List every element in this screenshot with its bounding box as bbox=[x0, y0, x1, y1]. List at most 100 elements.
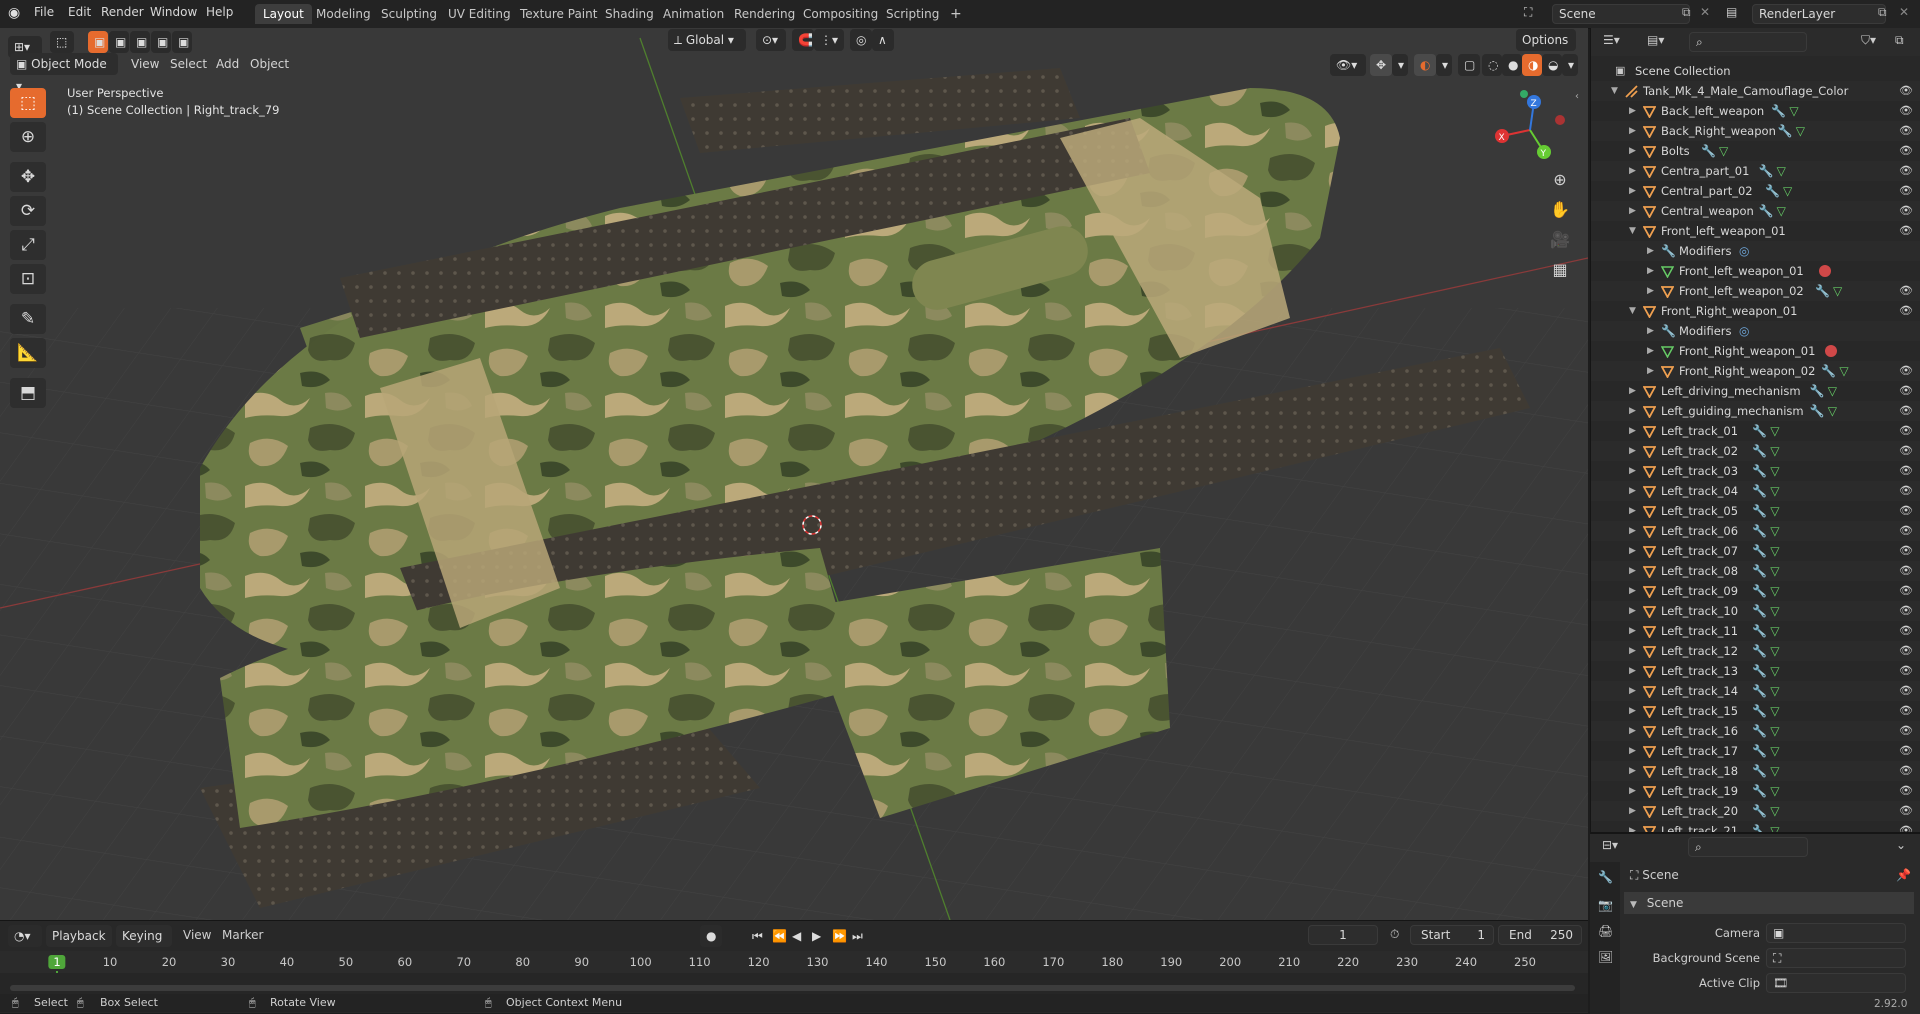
outliner-row[interactable]: ▶ Left_track_13 🔧 ▽ 👁 bbox=[1591, 661, 1920, 681]
expand-right-icon[interactable]: ▶ bbox=[1629, 761, 1636, 781]
eye-icon[interactable]: 👁 bbox=[1899, 721, 1913, 741]
jump-keyframe-back-button[interactable]: ⏪ bbox=[766, 925, 787, 947]
gizmo-dropdown[interactable]: ▾ bbox=[1392, 54, 1408, 76]
timeline-area[interactable] bbox=[0, 973, 1588, 995]
overlays-toggle[interactable]: ◐ bbox=[1414, 54, 1436, 76]
mesh-data-icon[interactable]: ▽ bbox=[1770, 741, 1779, 761]
modifier-icon[interactable]: 🔧 bbox=[1810, 381, 1825, 401]
mode-extend-button[interactable]: ▣ bbox=[109, 31, 129, 53]
mesh-data-icon[interactable]: ▽ bbox=[1770, 621, 1779, 641]
modifier-icon[interactable]: 🔧 bbox=[1752, 821, 1767, 832]
measure-tool[interactable]: 📐 bbox=[10, 338, 46, 368]
eye-icon[interactable]: 👁 bbox=[1899, 501, 1913, 521]
object-mode-dropdown[interactable]: ▣ Object Mode ▾ bbox=[10, 53, 118, 93]
scene-panel-header[interactable]: ▼ Scene bbox=[1624, 892, 1914, 914]
eye-icon[interactable]: 👁 bbox=[1899, 481, 1913, 501]
options-dropdown[interactable]: Options ▾ bbox=[1516, 29, 1576, 69]
outliner-row[interactable]: ▶ Left_guiding_mechanism 🔧 ▽ 👁 bbox=[1591, 401, 1920, 421]
eye-icon[interactable]: 👁 bbox=[1899, 521, 1913, 541]
mesh-data-icon[interactable]: ▽ bbox=[1839, 361, 1848, 381]
modifier-icon[interactable]: 🔧 bbox=[1752, 601, 1767, 621]
eye-icon[interactable]: 👁 bbox=[1899, 641, 1913, 661]
mesh-data-icon[interactable]: ▽ bbox=[1777, 161, 1786, 181]
modifier-icon[interactable]: 🔧 bbox=[1752, 521, 1767, 541]
mesh-data-icon[interactable]: ▽ bbox=[1828, 401, 1837, 421]
mesh-data-icon[interactable]: ▽ bbox=[1770, 521, 1779, 541]
tab-texture-paint[interactable]: Texture Paint bbox=[512, 4, 605, 24]
outliner-search-input[interactable]: ⌕ bbox=[1689, 32, 1807, 52]
modifier-icon[interactable]: 🔧 bbox=[1821, 361, 1836, 381]
expand-down-icon[interactable]: ▼ bbox=[1629, 301, 1636, 321]
outliner-row[interactable]: ▶ Left_track_03 🔧 ▽ 👁 bbox=[1591, 461, 1920, 481]
proportional-falloff-dropdown[interactable]: ∧ bbox=[872, 29, 894, 51]
output-tab-icon[interactable]: 🖨 bbox=[1598, 924, 1613, 938]
outliner-row[interactable]: ▼ Front_Right_weapon_01 👁 bbox=[1591, 301, 1920, 321]
eye-icon[interactable]: 👁 bbox=[1899, 541, 1913, 561]
view-layer-tab-icon[interactable]: 🖼 bbox=[1598, 950, 1613, 964]
modifier-icon[interactable]: 🔧 bbox=[1701, 141, 1716, 161]
end-frame-field[interactable]: End 250 bbox=[1498, 925, 1582, 945]
eye-icon[interactable]: 👁 bbox=[1899, 821, 1913, 832]
expand-right-icon[interactable]: ▶ bbox=[1629, 141, 1636, 161]
modifier-stack-icon[interactable]: ◎ bbox=[1739, 321, 1749, 341]
delete-view-layer-icon[interactable]: ✕ bbox=[1899, 5, 1909, 19]
camera-field[interactable]: ▣ bbox=[1766, 923, 1906, 943]
snap-toggle[interactable]: 🧲 bbox=[792, 29, 814, 51]
modifier-icon[interactable]: 🔧 bbox=[1752, 461, 1767, 481]
timeline-menu-view[interactable]: View bbox=[183, 928, 211, 942]
zoom-icon[interactable]: ⊕ bbox=[1546, 166, 1574, 192]
expand-right-icon[interactable]: ▶ bbox=[1629, 381, 1636, 401]
xray-toggle[interactable]: ▢ bbox=[1458, 54, 1480, 76]
mesh-data-icon[interactable]: ▽ bbox=[1770, 481, 1779, 501]
eye-icon[interactable]: 👁 bbox=[1899, 361, 1913, 381]
new-scene-icon[interactable]: ⧉ bbox=[1682, 5, 1691, 20]
start-frame-field[interactable]: Start 1 bbox=[1410, 925, 1494, 945]
eye-icon[interactable]: 👁 bbox=[1899, 681, 1913, 701]
menu-window[interactable]: Window bbox=[150, 5, 197, 19]
display-mode-icon[interactable]: ▤▾ bbox=[1647, 33, 1664, 47]
eye-icon[interactable]: 👁 bbox=[1899, 81, 1913, 101]
outliner-row[interactable]: ▶ Left_track_14 🔧 ▽ 👁 bbox=[1591, 681, 1920, 701]
pan-hand-icon[interactable]: ✋ bbox=[1546, 196, 1574, 222]
material-icon[interactable] bbox=[1819, 265, 1831, 277]
expand-right-icon[interactable]: ▶ bbox=[1629, 421, 1636, 441]
tab-animation[interactable]: Animation bbox=[655, 4, 732, 24]
expand-right-icon[interactable]: ▶ bbox=[1629, 121, 1636, 141]
play-button[interactable]: ▶ bbox=[806, 925, 824, 947]
eye-icon[interactable]: 👁 bbox=[1899, 301, 1913, 321]
eye-icon[interactable]: 👁 bbox=[1899, 281, 1913, 301]
camera-view-icon[interactable]: 🎥 bbox=[1546, 226, 1574, 252]
menu-file[interactable]: File bbox=[34, 5, 54, 19]
modifier-icon[interactable]: 🔧 bbox=[1752, 741, 1767, 761]
navigation-gizmo[interactable]: X Y Z bbox=[1490, 90, 1570, 170]
expand-right-icon[interactable]: ▶ bbox=[1629, 601, 1636, 621]
timeline-menu-marker[interactable]: Marker bbox=[222, 928, 263, 942]
eye-icon[interactable]: 👁 bbox=[1899, 381, 1913, 401]
mesh-data-icon[interactable]: ▽ bbox=[1770, 601, 1779, 621]
mesh-data-icon[interactable]: ▽ bbox=[1783, 181, 1792, 201]
modifier-icon[interactable]: 🔧 bbox=[1752, 621, 1767, 641]
mesh-data-icon[interactable]: ▽ bbox=[1770, 761, 1779, 781]
playhead-frame-marker[interactable]: 1 bbox=[48, 955, 66, 969]
eye-icon[interactable]: 👁 bbox=[1899, 101, 1913, 121]
scene-selector[interactable]: Scene bbox=[1552, 4, 1690, 24]
mode-intersect-button[interactable]: ▣ bbox=[151, 31, 171, 53]
outliner-row[interactable]: ▶ Left_track_12 🔧 ▽ 👁 bbox=[1591, 641, 1920, 661]
active-clip-field[interactable]: 🎞 bbox=[1766, 973, 1906, 993]
tab-modeling[interactable]: Modeling bbox=[308, 4, 379, 24]
properties-search-input[interactable]: ⌕ bbox=[1688, 837, 1808, 857]
collapse-arrow-icon[interactable]: ‹ bbox=[1575, 91, 1579, 102]
keying-dropdown[interactable]: Keying ▾ bbox=[116, 925, 172, 965]
timeline-ruler[interactable]: 1 10 20 30 40 50 60 70 80 90 100 110 120 130 140 150 160… bbox=[0, 951, 1588, 1001]
expand-right-icon[interactable]: ▶ bbox=[1629, 401, 1636, 421]
shading-solid-button[interactable]: ● bbox=[1502, 54, 1522, 76]
select-tool-button[interactable]: ⬚ bbox=[50, 31, 74, 53]
menu-edit[interactable]: Edit bbox=[68, 5, 91, 19]
mesh-data-icon[interactable]: ▽ bbox=[1833, 281, 1842, 301]
tool-tab-icon[interactable]: 🔧 bbox=[1598, 870, 1613, 884]
expand-right-icon[interactable]: ▶ bbox=[1629, 721, 1636, 741]
mesh-data-icon[interactable]: ▽ bbox=[1770, 581, 1779, 601]
scene-collection-row[interactable]: ▣ Scene Collection bbox=[1591, 61, 1920, 81]
outliner-row[interactable]: ▶ Back_left_weapon 🔧 ▽ 👁 bbox=[1591, 101, 1920, 121]
render-tab-icon[interactable]: 📷 bbox=[1598, 898, 1613, 912]
